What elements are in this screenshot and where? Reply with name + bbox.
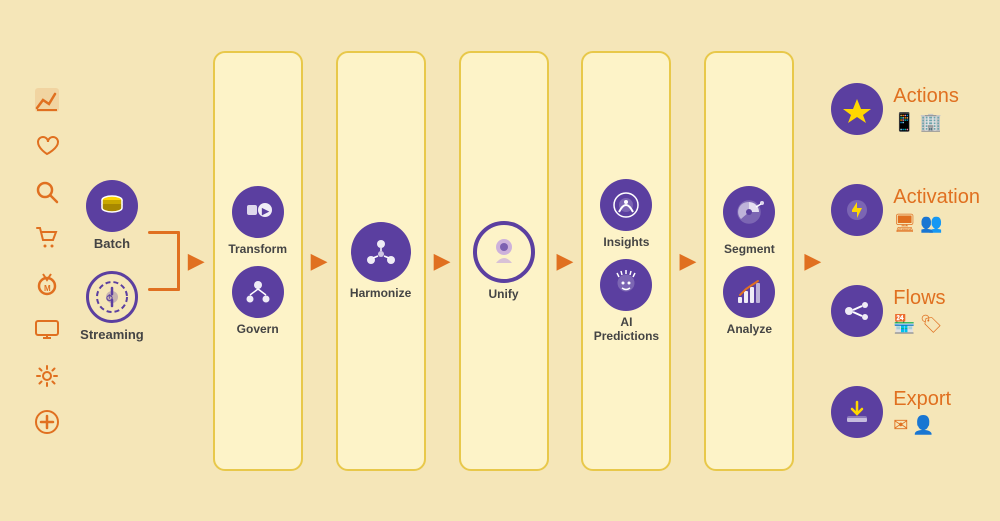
gear-icon[interactable] (28, 357, 66, 395)
main-container: M (10, 11, 990, 511)
medal-icon[interactable]: M (28, 265, 66, 303)
arrow-6: ▶ (804, 248, 821, 274)
analyze-label: Analyze (727, 322, 772, 336)
flows-label: Flows (893, 287, 945, 310)
batch-source: Batch (86, 180, 138, 251)
chart-icon[interactable] (28, 81, 66, 119)
flows-subicons: Flows 🏪 🏷 (893, 287, 945, 335)
sources-section: Batch ⏱ Streaming (80, 180, 180, 342)
transform-label: Transform (228, 242, 287, 256)
stage-unify: Unify (459, 51, 549, 471)
insights-label: Insights (603, 235, 649, 249)
unify-icon[interactable] (473, 221, 535, 283)
insights-icon[interactable] (600, 179, 652, 231)
activation-subicons: Activation 🖥 👥 (893, 186, 980, 234)
building-icon: 🏢 (920, 112, 942, 133)
harmonize-label: Harmonize (350, 286, 411, 300)
svg-text:⏱: ⏱ (106, 293, 113, 303)
svg-text:M: M (44, 284, 51, 293)
harmonize-icon[interactable] (351, 222, 411, 282)
export-subicons: Export ✉ 👤 (893, 388, 951, 436)
stage-segment: Segment Analyze (704, 51, 794, 471)
add-icon[interactable] (28, 403, 66, 441)
ai-predictions-icon[interactable] (600, 259, 652, 311)
flows-icon[interactable] (831, 285, 883, 337)
segment-item: Segment (723, 186, 775, 256)
activation-icon[interactable] (831, 184, 883, 236)
streaming-label: Streaming (80, 327, 144, 342)
ai-predictions-label: AIPredictions (594, 315, 659, 343)
arrow-3: ▶ (434, 248, 451, 274)
phone-icon: 📱 (893, 112, 915, 133)
people-icon: 👥 (920, 213, 942, 234)
streaming-source: ⏱ Streaming (80, 271, 144, 342)
arrow-2: ▶ (311, 248, 328, 274)
segment-icon[interactable] (723, 186, 775, 238)
batch-icon[interactable] (86, 180, 138, 232)
actions-icon[interactable] (831, 83, 883, 135)
segment-label: Segment (724, 242, 775, 256)
stage-collect: ▶ Transform Govern (213, 51, 303, 471)
stage-insights: Insights AIPredictions (581, 51, 671, 471)
source-connector (148, 201, 180, 321)
tag-icon: 🏷 (920, 314, 943, 335)
export-label: Export (893, 388, 951, 411)
export-row: Export ✉ 👤 (831, 386, 980, 438)
screen-icon: 🖥 (893, 213, 916, 234)
transform-item: ▶ Transform (228, 186, 287, 256)
analyze-item: Analyze (723, 266, 775, 336)
cart-icon[interactable] (28, 219, 66, 257)
svg-text:▶: ▶ (261, 206, 270, 216)
insights-item: Insights (600, 179, 652, 249)
govern-item: Govern (232, 266, 284, 336)
actions-subicons: Actions 📱 🏢 (893, 85, 959, 133)
flows-row: Flows 🏪 🏷 (831, 285, 980, 337)
arrow-1: ▶ (188, 248, 205, 274)
right-panel: Actions 📱 🏢 Activation 🖥 👥 (831, 51, 980, 471)
activation-label: Activation (893, 186, 980, 209)
actions-label: Actions (893, 85, 959, 108)
person-icon: 👤 (912, 415, 934, 436)
govern-icon[interactable] (232, 266, 284, 318)
streaming-icon[interactable]: ⏱ (86, 271, 138, 323)
store-icon: 🏪 (893, 314, 915, 335)
arrow-4: ▶ (557, 248, 574, 274)
batch-label: Batch (94, 236, 130, 251)
ai-predictions-item: AIPredictions (594, 259, 659, 343)
activation-row: Activation 🖥 👥 (831, 184, 980, 236)
sources-column: Batch ⏱ Streaming (80, 180, 144, 342)
monitor-icon[interactable] (28, 311, 66, 349)
govern-label: Govern (237, 322, 279, 336)
heart-icon[interactable] (28, 127, 66, 165)
actions-row: Actions 📱 🏢 (831, 83, 980, 135)
transform-icon[interactable]: ▶ (232, 186, 284, 238)
arrow-5: ▶ (679, 248, 696, 274)
mail-icon: ✉ (893, 415, 908, 436)
unify-item: Unify (473, 221, 535, 301)
analyze-icon[interactable] (723, 266, 775, 318)
left-sidebar: M (20, 21, 74, 501)
stage-harmonize: Harmonize (336, 51, 426, 471)
search-icon[interactable] (28, 173, 66, 211)
export-icon[interactable] (831, 386, 883, 438)
harmonize-item: Harmonize (350, 222, 411, 300)
unify-label: Unify (489, 287, 519, 301)
